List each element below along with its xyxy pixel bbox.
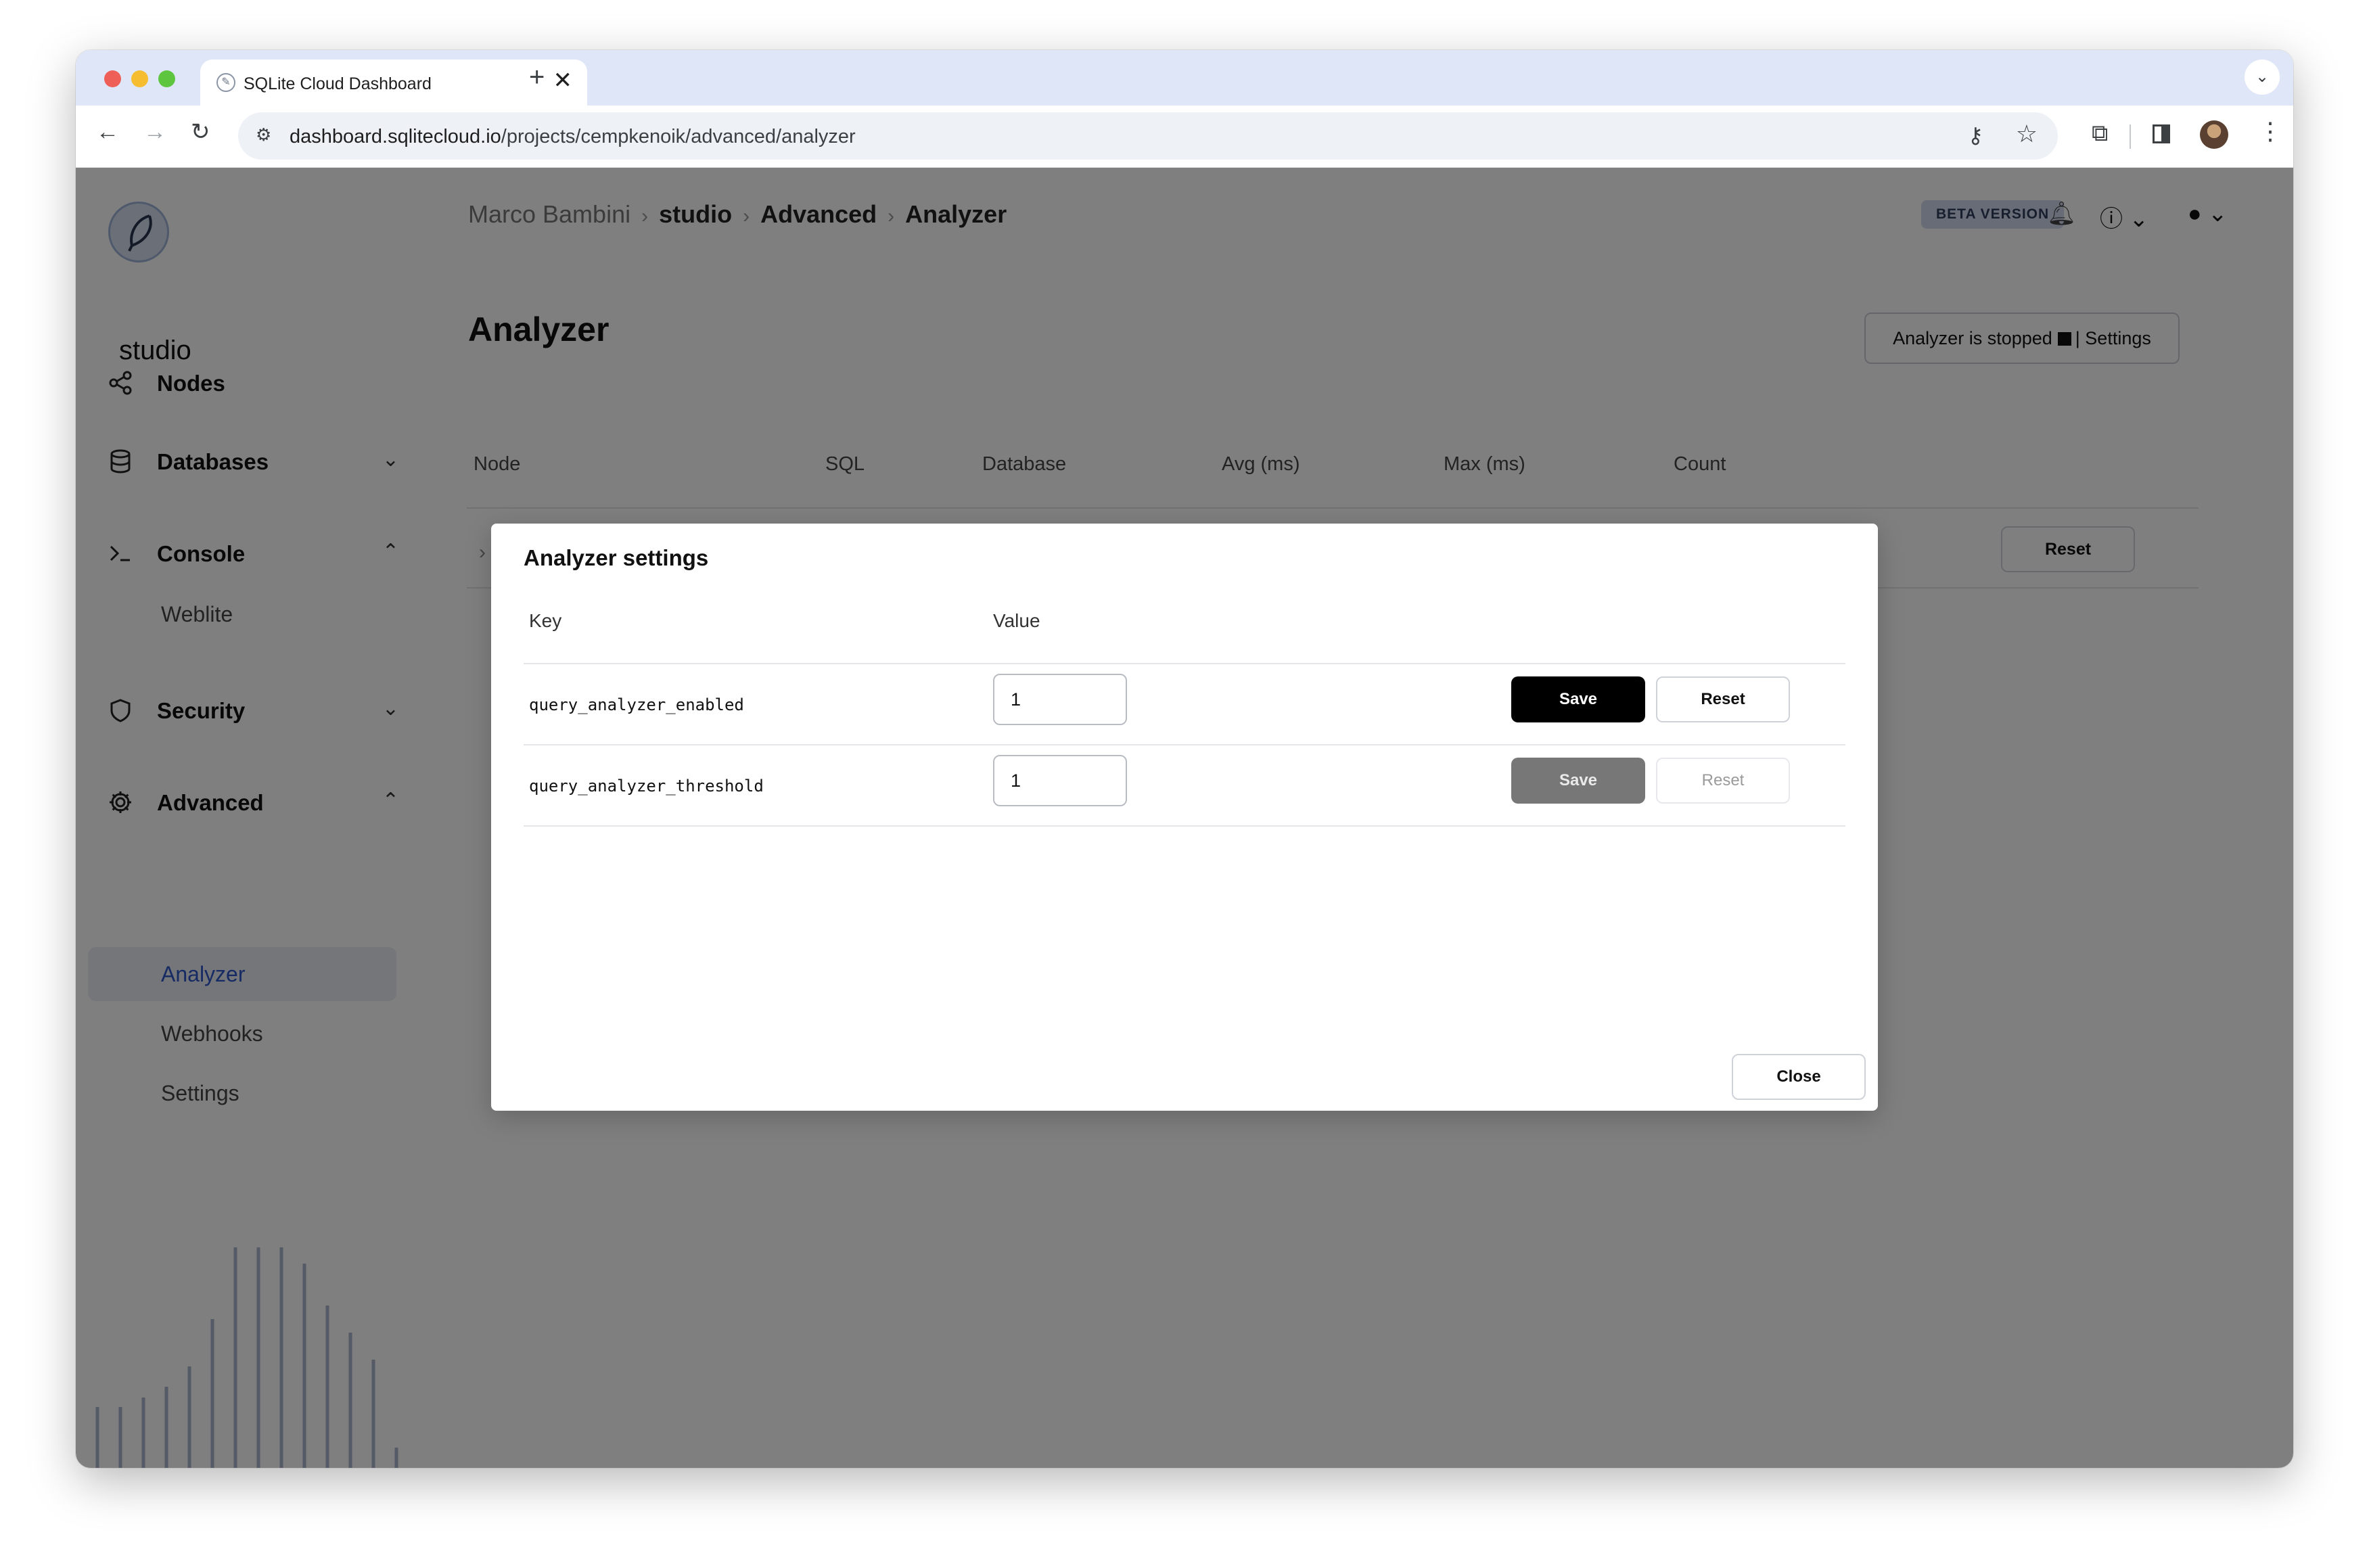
url-domain: dashboard.sqlitecloud.io	[290, 126, 501, 147]
close-button[interactable]: Close	[1732, 1054, 1866, 1100]
reload-button[interactable]: ↻	[191, 120, 210, 143]
close-window-button[interactable]	[104, 70, 121, 87]
tab-bar: ✎ SQLite Cloud Dashboard ✕ + ⌄	[76, 50, 2293, 106]
table-row-divider	[524, 744, 1845, 745]
setting-value-input[interactable]	[993, 674, 1127, 725]
reset-button[interactable]: Reset	[1656, 676, 1790, 722]
new-tab-button[interactable]: +	[529, 64, 545, 91]
forward-button[interactable]: →	[143, 120, 166, 143]
profile-avatar[interactable]	[2200, 120, 2228, 149]
setting-key: query_analyzer_enabled	[529, 695, 744, 714]
browser-window: ✎ SQLite Cloud Dashboard ✕ + ⌄ ← → ↻ ⚙ d…	[76, 50, 2293, 1468]
browser-toolbar: ← → ↻ ⚙ dashboard.sqlitecloud.io/project…	[76, 106, 2293, 168]
back-button[interactable]: ←	[96, 120, 119, 143]
bookmark-star-icon[interactable]: ☆	[2016, 122, 2038, 146]
password-key-icon[interactable]: ⚷	[1968, 124, 1983, 146]
tab-search-button[interactable]: ⌄	[2245, 60, 2280, 95]
minimize-window-button[interactable]	[131, 70, 148, 87]
column-header-key: Key	[529, 610, 562, 631]
save-button[interactable]: Save	[1511, 676, 1645, 722]
address-bar[interactable]: ⚙ dashboard.sqlitecloud.io/projects/cemp…	[238, 112, 2058, 160]
maximize-window-button[interactable]	[158, 70, 175, 87]
modal-title: Analyzer settings	[524, 545, 709, 570]
save-button-disabled[interactable]: Save	[1511, 758, 1645, 804]
tab-title: SQLite Cloud Dashboard	[244, 74, 432, 93]
modal-header-divider	[524, 663, 1845, 664]
toolbar-divider	[2130, 124, 2131, 149]
feather-icon: ✎	[216, 73, 235, 92]
reset-button-disabled[interactable]: Reset	[1656, 758, 1790, 804]
column-header-value: Value	[993, 610, 1040, 631]
setting-key: query_analyzer_threshold	[529, 777, 764, 795]
analyzer-settings-modal: Analyzer settings Key Value query_analyz…	[491, 524, 1878, 1111]
site-info-icon[interactable]: ⚙	[256, 126, 271, 143]
setting-value-input[interactable]	[993, 755, 1127, 806]
extensions-icon[interactable]: ⧉	[2092, 122, 2108, 145]
url-text[interactable]: dashboard.sqlitecloud.io/projects/cempke…	[290, 126, 856, 148]
url-path: /projects/cempkenoik/advanced/analyzer	[501, 126, 856, 147]
table-row-divider	[524, 825, 1845, 827]
side-panel-icon[interactable]	[2153, 124, 2170, 143]
browser-menu-icon[interactable]: ⋮	[2258, 119, 2282, 143]
tab-close-icon[interactable]: ✕	[553, 69, 573, 92]
